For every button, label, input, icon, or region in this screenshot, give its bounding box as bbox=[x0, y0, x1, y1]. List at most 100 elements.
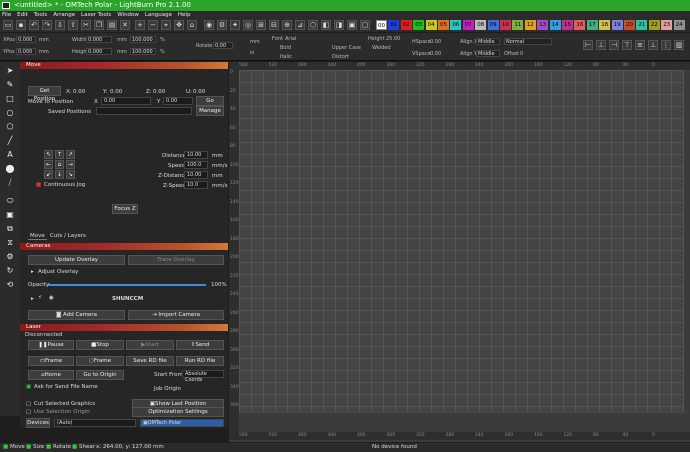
jog-up-right-icon[interactable]: ↗ bbox=[66, 150, 75, 159]
distribute-icon[interactable]: ⋮ bbox=[661, 40, 671, 50]
start-button[interactable]: ▶Start bbox=[126, 340, 174, 350]
mirror-icon[interactable]: ⧖ bbox=[5, 238, 15, 248]
zoom-fit-icon[interactable]: ⌖ bbox=[161, 20, 171, 30]
size-status-icon[interactable]: ■ bbox=[26, 443, 31, 452]
get-position-button[interactable]: Get Position bbox=[28, 86, 61, 102]
open-icon[interactable]: ▭ bbox=[3, 20, 13, 30]
welded-checkbox[interactable]: Welded bbox=[372, 45, 391, 51]
import-icon[interactable]: ⇩ bbox=[55, 20, 65, 30]
rotate-tool-icon[interactable]: ↻ bbox=[5, 266, 15, 276]
text-mode-select[interactable]: Normal bbox=[504, 38, 552, 45]
layer-swatch-12[interactable]: 12 bbox=[524, 20, 536, 30]
jog-up-icon[interactable]: ↑ bbox=[55, 150, 64, 159]
height-percent-field[interactable]: 100.000 bbox=[130, 48, 156, 55]
jog-down-left-icon[interactable]: ↙ bbox=[44, 170, 53, 179]
layer-swatch-15[interactable]: 15 bbox=[562, 20, 573, 30]
vspace-value[interactable]: 0.00 bbox=[430, 51, 441, 57]
layer-swatch-01[interactable]: 01 bbox=[388, 20, 400, 30]
rectangle-tool-icon[interactable]: □ bbox=[5, 94, 15, 104]
width-field[interactable]: 0.000 bbox=[86, 36, 112, 43]
layer-swatch-05[interactable]: 05 bbox=[438, 20, 449, 30]
focus-z-button[interactable]: Focus Z bbox=[112, 204, 138, 214]
polygon-tool-icon[interactable]: ⬠ bbox=[5, 122, 15, 132]
unit-in-radio[interactable]: in bbox=[250, 50, 255, 56]
line-tool-icon[interactable]: ╱ bbox=[5, 136, 15, 146]
move-x-input[interactable]: 0.00 bbox=[101, 97, 151, 105]
layer-swatch-24[interactable]: 24 bbox=[673, 20, 685, 30]
menu-file[interactable]: File bbox=[0, 12, 11, 18]
zoom-in-icon[interactable]: + bbox=[135, 20, 145, 30]
layer-swatch-21[interactable]: 21 bbox=[636, 20, 648, 30]
unit-mm-radio[interactable]: mm bbox=[250, 39, 260, 45]
adjust-overlay-expander-icon[interactable]: ▸ bbox=[31, 269, 34, 275]
distort-checkbox[interactable]: Distort bbox=[332, 54, 349, 60]
jog-up-left-icon[interactable]: ↖ bbox=[44, 150, 53, 159]
tab-cuts-layers[interactable]: Cuts / Layers bbox=[50, 233, 86, 239]
layer-swatch-23[interactable]: 23 bbox=[661, 20, 673, 30]
optimization-settings-button[interactable]: Optimization Settings bbox=[132, 407, 224, 417]
trace-overlay-button[interactable]: Trace Overlay bbox=[128, 255, 224, 265]
font-height-value[interactable]: 25.00 bbox=[386, 36, 400, 42]
grid-array-icon[interactable]: ⊟ bbox=[269, 20, 279, 30]
rotary-icon[interactable]: ⚙ bbox=[5, 252, 15, 262]
layer-swatch-09[interactable]: 09 bbox=[487, 20, 499, 30]
jog-home-icon[interactable]: ⌂ bbox=[55, 160, 64, 169]
height-field[interactable]: 0.000 bbox=[86, 48, 112, 55]
dock-icon[interactable]: ▥ bbox=[674, 40, 684, 50]
hspace-value[interactable]: 0.00 bbox=[430, 39, 441, 45]
home-button[interactable]: ⌂Home bbox=[28, 370, 74, 380]
settings-icon[interactable]: ⚙ bbox=[217, 20, 227, 30]
device-select[interactable]: ▣OMTech Polar bbox=[140, 419, 224, 427]
menu-tools[interactable]: Tools bbox=[34, 12, 48, 18]
manage-button[interactable]: Manage bbox=[196, 106, 224, 116]
align-center-icon[interactable]: ⊥ bbox=[596, 40, 606, 50]
go-to-origin-button[interactable]: Go to Origin bbox=[76, 370, 124, 380]
adjust-overlay-label[interactable]: Adjust Overlay bbox=[38, 269, 78, 275]
continuous-jog-checkbox-icon[interactable]: ■ bbox=[36, 182, 41, 188]
layer-swatch-04[interactable]: 04 bbox=[425, 20, 437, 30]
undo-icon[interactable]: ↶ bbox=[29, 20, 39, 30]
wand-icon[interactable]: ✦ bbox=[230, 20, 240, 30]
speed-input[interactable]: 100.0 bbox=[184, 161, 208, 169]
jog-left-icon[interactable]: ← bbox=[44, 160, 53, 169]
align-top-icon[interactable]: ⊤ bbox=[622, 40, 632, 50]
xpos-field[interactable]: 0.000 bbox=[16, 36, 36, 43]
port-select[interactable]: (Auto) bbox=[54, 419, 136, 427]
layer-swatch-22[interactable]: 22 bbox=[648, 20, 660, 30]
cut-selected-checkbox-icon[interactable]: ▢ bbox=[26, 401, 31, 407]
menu-window[interactable]: Window bbox=[117, 12, 139, 18]
layer-swatch-18[interactable]: 18 bbox=[599, 20, 611, 30]
save-rd-button[interactable]: Save RD file bbox=[126, 356, 174, 366]
trace-icon[interactable]: ⌂ bbox=[187, 20, 197, 30]
layout-icon[interactable]: ▣ bbox=[5, 210, 15, 220]
bold-checkbox[interactable]: Bold bbox=[280, 45, 291, 51]
pause-button[interactable]: ❚❚Pause bbox=[28, 340, 74, 350]
layer-swatch-17[interactable]: 17 bbox=[586, 20, 598, 30]
layer-swatch-07[interactable]: 07 bbox=[462, 20, 474, 30]
menu-arrange[interactable]: Arrange bbox=[53, 12, 75, 18]
go-button[interactable]: Go bbox=[196, 96, 224, 106]
pan-icon[interactable]: ✥ bbox=[174, 20, 184, 30]
layer-swatch-20[interactable]: 20 bbox=[624, 20, 635, 30]
group-icon[interactable]: ▣ bbox=[347, 20, 357, 30]
upper-case-checkbox[interactable]: Upper Case bbox=[332, 45, 361, 51]
width-percent-field[interactable]: 100.000 bbox=[130, 36, 156, 43]
paste-icon[interactable]: ▤ bbox=[107, 20, 117, 30]
frame-circle-button[interactable]: ◌Frame bbox=[76, 356, 124, 366]
layer-swatch-00[interactable]: 00 bbox=[376, 20, 387, 30]
menu-help[interactable]: Help bbox=[178, 12, 191, 18]
menu-language[interactable]: Language bbox=[145, 12, 172, 18]
distance-input[interactable]: 10.00 bbox=[184, 151, 208, 159]
boolean-icon[interactable]: ◧ bbox=[321, 20, 331, 30]
camera-link-icon[interactable]: ⚡ bbox=[38, 295, 42, 301]
font-value[interactable]: Arial bbox=[285, 36, 296, 42]
layer-swatch-19[interactable]: 19 bbox=[611, 20, 623, 30]
save-icon[interactable]: ▪ bbox=[16, 20, 26, 30]
layer-swatch-16[interactable]: 16 bbox=[574, 20, 586, 30]
text-tool-icon[interactable]: A bbox=[5, 150, 15, 160]
ungroup-icon[interactable]: ▢ bbox=[360, 20, 370, 30]
tab-tool-icon[interactable]: ⬭ bbox=[5, 196, 15, 206]
workspace-grid[interactable] bbox=[239, 70, 684, 413]
move-y-input[interactable]: 0.00 bbox=[163, 97, 193, 105]
redo-icon[interactable]: ↷ bbox=[42, 20, 52, 30]
